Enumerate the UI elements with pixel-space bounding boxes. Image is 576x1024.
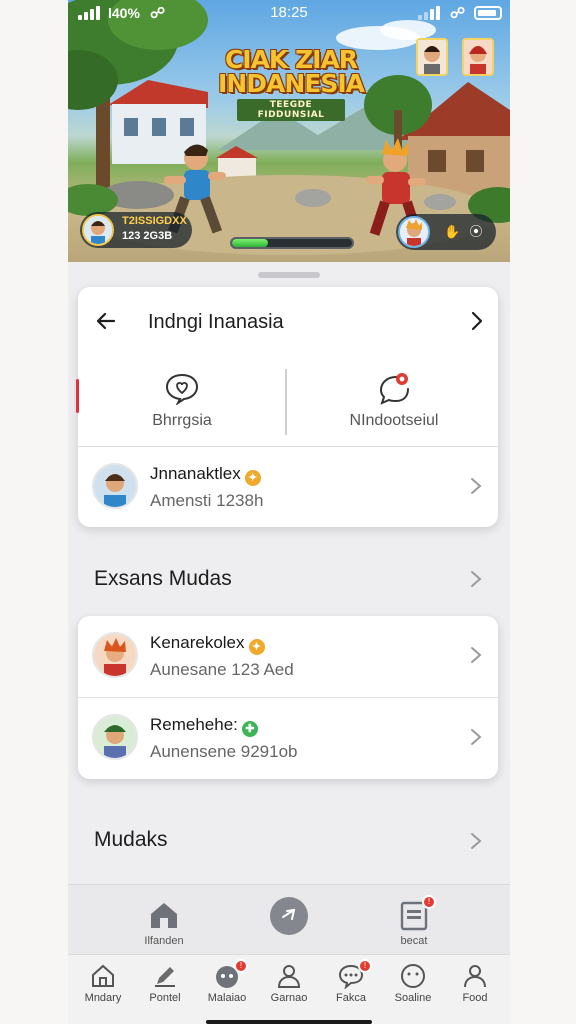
edit-icon: [155, 967, 175, 987]
notification-badge: !: [422, 895, 436, 909]
list-item-subtitle: Aunensene 9291ob: [150, 742, 298, 761]
nav-home-label: Ilfanden: [144, 935, 184, 947]
game-banner[interactable]: l40% ☍ 18:25 ☍ CIAK ZIAR INDANESIA TEEGD…: [68, 0, 510, 262]
tab-label: Fakca: [336, 992, 366, 1004]
progress-fill: [232, 239, 268, 247]
tab-soaline[interactable]: Soaline: [382, 955, 444, 1024]
tab-fakca[interactable]: ! Fakca: [320, 955, 382, 1024]
tab-first-label: Bhrrgsia: [152, 412, 212, 429]
hand-icon[interactable]: ✋: [444, 224, 460, 240]
chevron-right-icon: [471, 478, 482, 494]
nav-compose[interactable]: [229, 885, 349, 955]
signal-icon-secondary: [418, 6, 440, 20]
bottom-tab-bar: Mndary Pontel ! Malaiao Garnao ! Fakca S…: [68, 954, 510, 1024]
notification-badge: !: [358, 959, 372, 973]
nav-document[interactable]: ! becat: [354, 885, 474, 955]
tab-label: Malaiao: [207, 992, 247, 1004]
wifi-icon-secondary: ☍: [450, 5, 466, 22]
avatar: [92, 632, 138, 678]
clock: 18:25: [270, 4, 308, 21]
list-item-subtitle: Aunesane 123 Aed: [150, 660, 294, 679]
verified-badge-icon: ✦: [244, 470, 261, 486]
tab-label: Pontel: [149, 992, 181, 1004]
list-item-name: Remehehe: ✚: [150, 715, 258, 737]
sheet-drag-handle[interactable]: [258, 272, 320, 278]
players-card: Kenarekolex ✦ Aunesane 123 Aed Remehehe: ✚…: [78, 616, 498, 779]
list-item-subtitle: Amensti 1238h: [150, 491, 264, 510]
game-logo: CIAK ZIAR INDANESIA TEEGDE FIDDUNSIAL: [216, 47, 366, 121]
card-title: Indngi Inanasia: [148, 311, 284, 333]
tab-first[interactable]: Bhrrgsia: [78, 359, 286, 447]
list-item-name-text: Kenarekolex: [150, 633, 245, 652]
status-bar: l40% ☍ 18:25 ☍: [68, 0, 510, 26]
section-header-1[interactable]: Exsans Mudas: [94, 567, 232, 591]
player-hud[interactable]: T2ISSIGDXX 123 2G3B: [80, 212, 192, 248]
list-item[interactable]: Jnnanaktlex ✦ Amensti 1238h: [78, 447, 498, 527]
notification-badge: !: [234, 959, 248, 973]
card-header: Indngi Inanasia: [78, 287, 498, 359]
tab-label: Food: [462, 992, 488, 1004]
back-arrow-icon[interactable]: [94, 309, 118, 333]
app-screen: l40% ☍ 18:25 ☍ CIAK ZIAR INDANESIA TEEGD…: [68, 0, 510, 1024]
section-header-2[interactable]: Mudaks: [94, 828, 168, 852]
nav-document-label: becat: [400, 935, 428, 947]
tab-label: Soaline: [394, 992, 432, 1004]
top-nav-bar: Ilfanden ! becat: [68, 884, 510, 954]
tab-second[interactable]: NIndootseiul: [290, 359, 498, 447]
list-item-name-text: Jnnanaktlex: [150, 464, 241, 483]
tab-mndary[interactable]: Mndary: [72, 955, 134, 1024]
online-badge-icon: ✚: [241, 721, 258, 737]
smile-icon: [401, 964, 425, 988]
list-item[interactable]: Remehehe: ✚ Aunensene 9291ob: [78, 697, 498, 777]
home-icon: [151, 903, 177, 928]
opponent-hud[interactable]: ✋ ⦿: [396, 214, 496, 250]
community-card: Indngi Inanasia Bhrrgsia NIndootseiul Jn…: [76, 287, 498, 527]
chevron-right-icon[interactable]: [470, 311, 484, 331]
nav-home[interactable]: Ilfanden: [104, 885, 224, 955]
chevron-right-icon: [471, 729, 482, 745]
player-name: T2ISSIGDXX: [122, 215, 187, 227]
tab-second-label: NIndootseiul: [349, 412, 439, 429]
tab-label: Garnao: [270, 992, 308, 1004]
card-tabs: Bhrrgsia NIndootseiul: [76, 359, 498, 447]
opponent-avatar-2[interactable]: [462, 38, 494, 76]
list-item-name-text: Remehehe:: [150, 715, 238, 734]
tab-malaiao[interactable]: ! Malaiao: [196, 955, 258, 1024]
battery-icon: [474, 6, 502, 20]
logo-subtitle: TEEGDE FIDDUNSIAL: [237, 99, 345, 121]
avatar: [92, 714, 138, 760]
user-icon: [277, 965, 301, 988]
avatar: [92, 463, 138, 509]
tab-divider: [285, 369, 287, 435]
chat-toggle-icon[interactable]: ⦿: [468, 224, 484, 240]
player-score: 123 2G3B: [122, 230, 173, 242]
list-item[interactable]: Kenarekolex ✦ Aunesane 123 Aed: [78, 616, 498, 696]
player-avatar: [82, 214, 114, 246]
logo-title-line2: INDANESIA: [218, 69, 365, 98]
tab-label: Mndary: [84, 992, 122, 1004]
heart-chat-icon: [165, 373, 199, 405]
chat-bubble-icon: [379, 373, 409, 405]
home-indicator[interactable]: [206, 1020, 372, 1024]
tab-pontel[interactable]: Pontel: [134, 955, 196, 1024]
profile-icon: [464, 965, 486, 988]
game-progress-bar: [230, 237, 354, 249]
compose-icon: [270, 897, 308, 935]
chevron-right-icon: [471, 647, 482, 663]
tab-garnao[interactable]: Garnao: [258, 955, 320, 1024]
list-item-name: Jnnanaktlex ✦: [150, 464, 261, 486]
list-item-name: Kenarekolex ✦: [150, 633, 265, 655]
chevron-right-icon[interactable]: [470, 570, 482, 588]
chevron-right-icon[interactable]: [470, 832, 482, 850]
opponent-avatar-1[interactable]: [416, 38, 448, 76]
opponent-avatar: [398, 216, 430, 248]
verified-badge-icon: ✦: [248, 639, 265, 655]
tab-food[interactable]: Food: [444, 955, 506, 1024]
house-icon: [92, 964, 114, 987]
